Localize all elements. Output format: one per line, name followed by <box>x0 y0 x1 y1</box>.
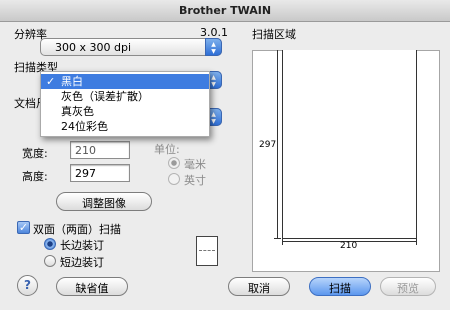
long-edge-label: 长边装订 <box>60 239 104 252</box>
scan-area-page <box>282 50 417 239</box>
resolution-select[interactable]: 300 x 300 dpi ▲ ▼ <box>40 38 222 56</box>
unit-mm-label: 毫米 <box>184 158 206 171</box>
menu-item-black-white[interactable]: ✓ 黑白 <box>41 74 209 89</box>
unit-mm-radio[interactable] <box>168 157 180 169</box>
menu-item-label: 24位彩色 <box>61 120 108 133</box>
duplex-label: 双面（两面）扫描 <box>33 223 121 236</box>
defaults-button[interactable]: 缺省值 <box>56 277 128 296</box>
popup-arrows-icon: ▲ ▼ <box>205 38 222 56</box>
scan-area-width-value: 210 <box>340 241 358 251</box>
resolution-value: 300 x 300 dpi <box>55 41 132 54</box>
width-label: 宽度: <box>22 147 48 160</box>
long-edge-radio[interactable] <box>44 238 56 250</box>
menu-item-24bit-color[interactable]: 24位彩色 <box>41 119 209 134</box>
scan-area-label: 扫描区域 <box>252 28 296 41</box>
unit-label: 单位: <box>154 143 180 156</box>
height-field[interactable]: 297 <box>70 164 130 182</box>
duplex-checkbox[interactable]: ✓ <box>17 221 30 234</box>
menu-item-label: 真灰色 <box>61 105 94 118</box>
cancel-button[interactable]: 取消 <box>228 277 290 296</box>
unit-inch-radio[interactable] <box>168 173 180 185</box>
height-label: 高度: <box>22 170 48 183</box>
menu-item-gray-error-diffusion[interactable]: 灰色（误差扩散） <box>41 89 209 104</box>
height-dimension-line <box>274 50 281 239</box>
duplex-binding-icon <box>196 236 218 266</box>
menu-item-label: 灰色（误差扩散） <box>61 90 149 103</box>
scan-button[interactable]: 扫描 <box>309 277 371 296</box>
scan-area-height-value: 297 <box>259 140 277 150</box>
width-field[interactable]: 210 <box>70 141 130 159</box>
menu-item-true-gray[interactable]: 真灰色 <box>41 104 209 119</box>
checkmark-icon: ✓ <box>46 75 56 88</box>
scan-type-menu: ✓ 黑白 灰色（误差扩散） 真灰色 24位彩色 <box>40 71 210 137</box>
menu-item-label: 黑白 <box>61 75 83 88</box>
window-title: Brother TWAIN <box>178 4 272 17</box>
short-edge-label: 短边装订 <box>60 256 104 269</box>
adjust-image-button[interactable]: 调整图像 <box>56 192 152 211</box>
unit-inch-label: 英寸 <box>184 174 206 187</box>
title-bar: Brother TWAIN <box>0 0 450 22</box>
short-edge-radio[interactable] <box>44 255 56 267</box>
help-button[interactable]: ? <box>17 275 38 296</box>
preview-button[interactable]: 预览 <box>380 277 436 296</box>
